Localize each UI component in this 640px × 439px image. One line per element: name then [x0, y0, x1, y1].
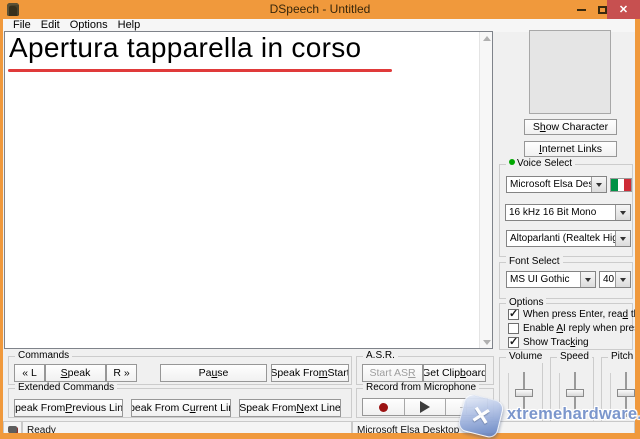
voice-select-label: Voice Select [517, 158, 572, 169]
dropdown-arrow-icon[interactable] [580, 272, 595, 287]
record-label: Record from Microphone [363, 382, 479, 394]
speak-button[interactable]: Speak [45, 364, 106, 382]
checkbox-show-tracking[interactable]: Show Tracking [508, 336, 589, 349]
pitch-slider[interactable] [617, 389, 635, 397]
asr-label: A.S.R. [363, 350, 398, 362]
checkbox-label: Enable AI reply when press Enter [523, 323, 640, 334]
checkbox-icon[interactable] [508, 309, 519, 320]
character-display-box [529, 30, 611, 114]
italian-flag-icon [610, 178, 632, 192]
show-character-button[interactable]: Show Character [524, 119, 617, 135]
close-button[interactable]: ✕ [607, 0, 640, 19]
window-border-bottom [0, 433, 640, 439]
minimize-button[interactable] [571, 0, 591, 19]
speed-group: Speed [550, 357, 594, 427]
internet-links-button[interactable]: Internet Links [524, 141, 617, 157]
voice-status-icon [509, 159, 515, 165]
dropdown-arrow-icon[interactable] [615, 272, 630, 287]
tracking-underline [8, 69, 392, 72]
voice-combobox[interactable]: Microsoft Elsa Desktop [506, 176, 607, 193]
window-border-left [0, 19, 3, 439]
start-asr-button[interactable]: Start ASR [362, 364, 423, 382]
output-device-value: Altoparlanti (Realtek High Definition [507, 231, 615, 246]
commands-label: Commands [15, 350, 72, 362]
font-size-value: 40 [600, 272, 615, 287]
speaker-status-icon [8, 426, 17, 433]
checkbox-label: When press Enter, read the line [523, 309, 640, 320]
dropdown-arrow-icon[interactable] [591, 177, 606, 192]
volume-label: Volume [506, 351, 545, 363]
dropdown-arrow-icon[interactable] [615, 205, 630, 220]
speed-slider[interactable] [566, 389, 584, 397]
insert-marker-button[interactable] [446, 399, 487, 415]
record-button[interactable] [363, 399, 405, 415]
speed-label: Speed [557, 351, 592, 363]
speak-right-button[interactable]: R » [106, 364, 137, 382]
checkbox-ai-reply[interactable]: Enable AI reply when press Enter [508, 322, 640, 335]
scroll-up-icon[interactable] [480, 32, 493, 44]
audio-format-value: 16 kHz 16 Bit Mono [506, 205, 615, 220]
get-clipboard-button[interactable]: Get Clipboard [423, 364, 486, 382]
checkbox-label: Show Tracking [523, 337, 589, 348]
volume-slider[interactable] [515, 389, 533, 397]
play-button[interactable] [405, 399, 447, 415]
editor-scrollbar[interactable] [479, 32, 492, 348]
audio-format-combobox[interactable]: 16 kHz 16 Bit Mono [505, 204, 631, 221]
font-size-combobox[interactable]: 40 [599, 271, 631, 288]
window-border-right [635, 19, 640, 439]
speak-from-start-button[interactable]: Speak From Start [271, 364, 349, 382]
checkbox-icon[interactable] [508, 323, 519, 334]
checkbox-read-line[interactable]: When press Enter, read the line [508, 308, 640, 321]
pitch-label: Pitch [608, 351, 636, 363]
scroll-down-icon[interactable] [480, 336, 493, 348]
checkbox-icon[interactable] [508, 337, 519, 348]
editor-text: Apertura tapparella in corso [9, 32, 361, 64]
window-title: DSpeech - Untitled [0, 0, 640, 19]
volume-group: Volume [499, 357, 543, 427]
record-icon [379, 403, 388, 412]
dspeech-window: DSpeech - Untitled ✕ File Edit Options H… [0, 0, 640, 439]
pause-button[interactable]: Pause [160, 364, 267, 382]
font-value: MS UI Gothic [507, 272, 580, 287]
maximize-icon [598, 6, 607, 14]
minimize-icon [577, 9, 586, 11]
font-combobox[interactable]: MS UI Gothic [506, 271, 596, 288]
speak-left-button[interactable]: « L [14, 364, 45, 382]
plus-icon [460, 401, 473, 414]
extended-commands-label: Extended Commands [15, 382, 117, 394]
speak-previous-line-button[interactable]: Speak From Previous Line [14, 399, 123, 417]
play-icon [420, 401, 430, 413]
text-editor[interactable]: Apertura tapparella in corso [4, 31, 493, 349]
dropdown-arrow-icon[interactable] [615, 231, 630, 246]
speak-next-line-button[interactable]: Speak From Next Line [239, 399, 341, 417]
voice-value: Microsoft Elsa Desktop [507, 177, 591, 192]
output-device-combobox[interactable]: Altoparlanti (Realtek High Definition [506, 230, 631, 247]
font-select-label: Font Select [506, 256, 563, 268]
record-controls [362, 398, 488, 416]
speak-current-line-button[interactable]: Speak From Current Line [131, 399, 231, 417]
